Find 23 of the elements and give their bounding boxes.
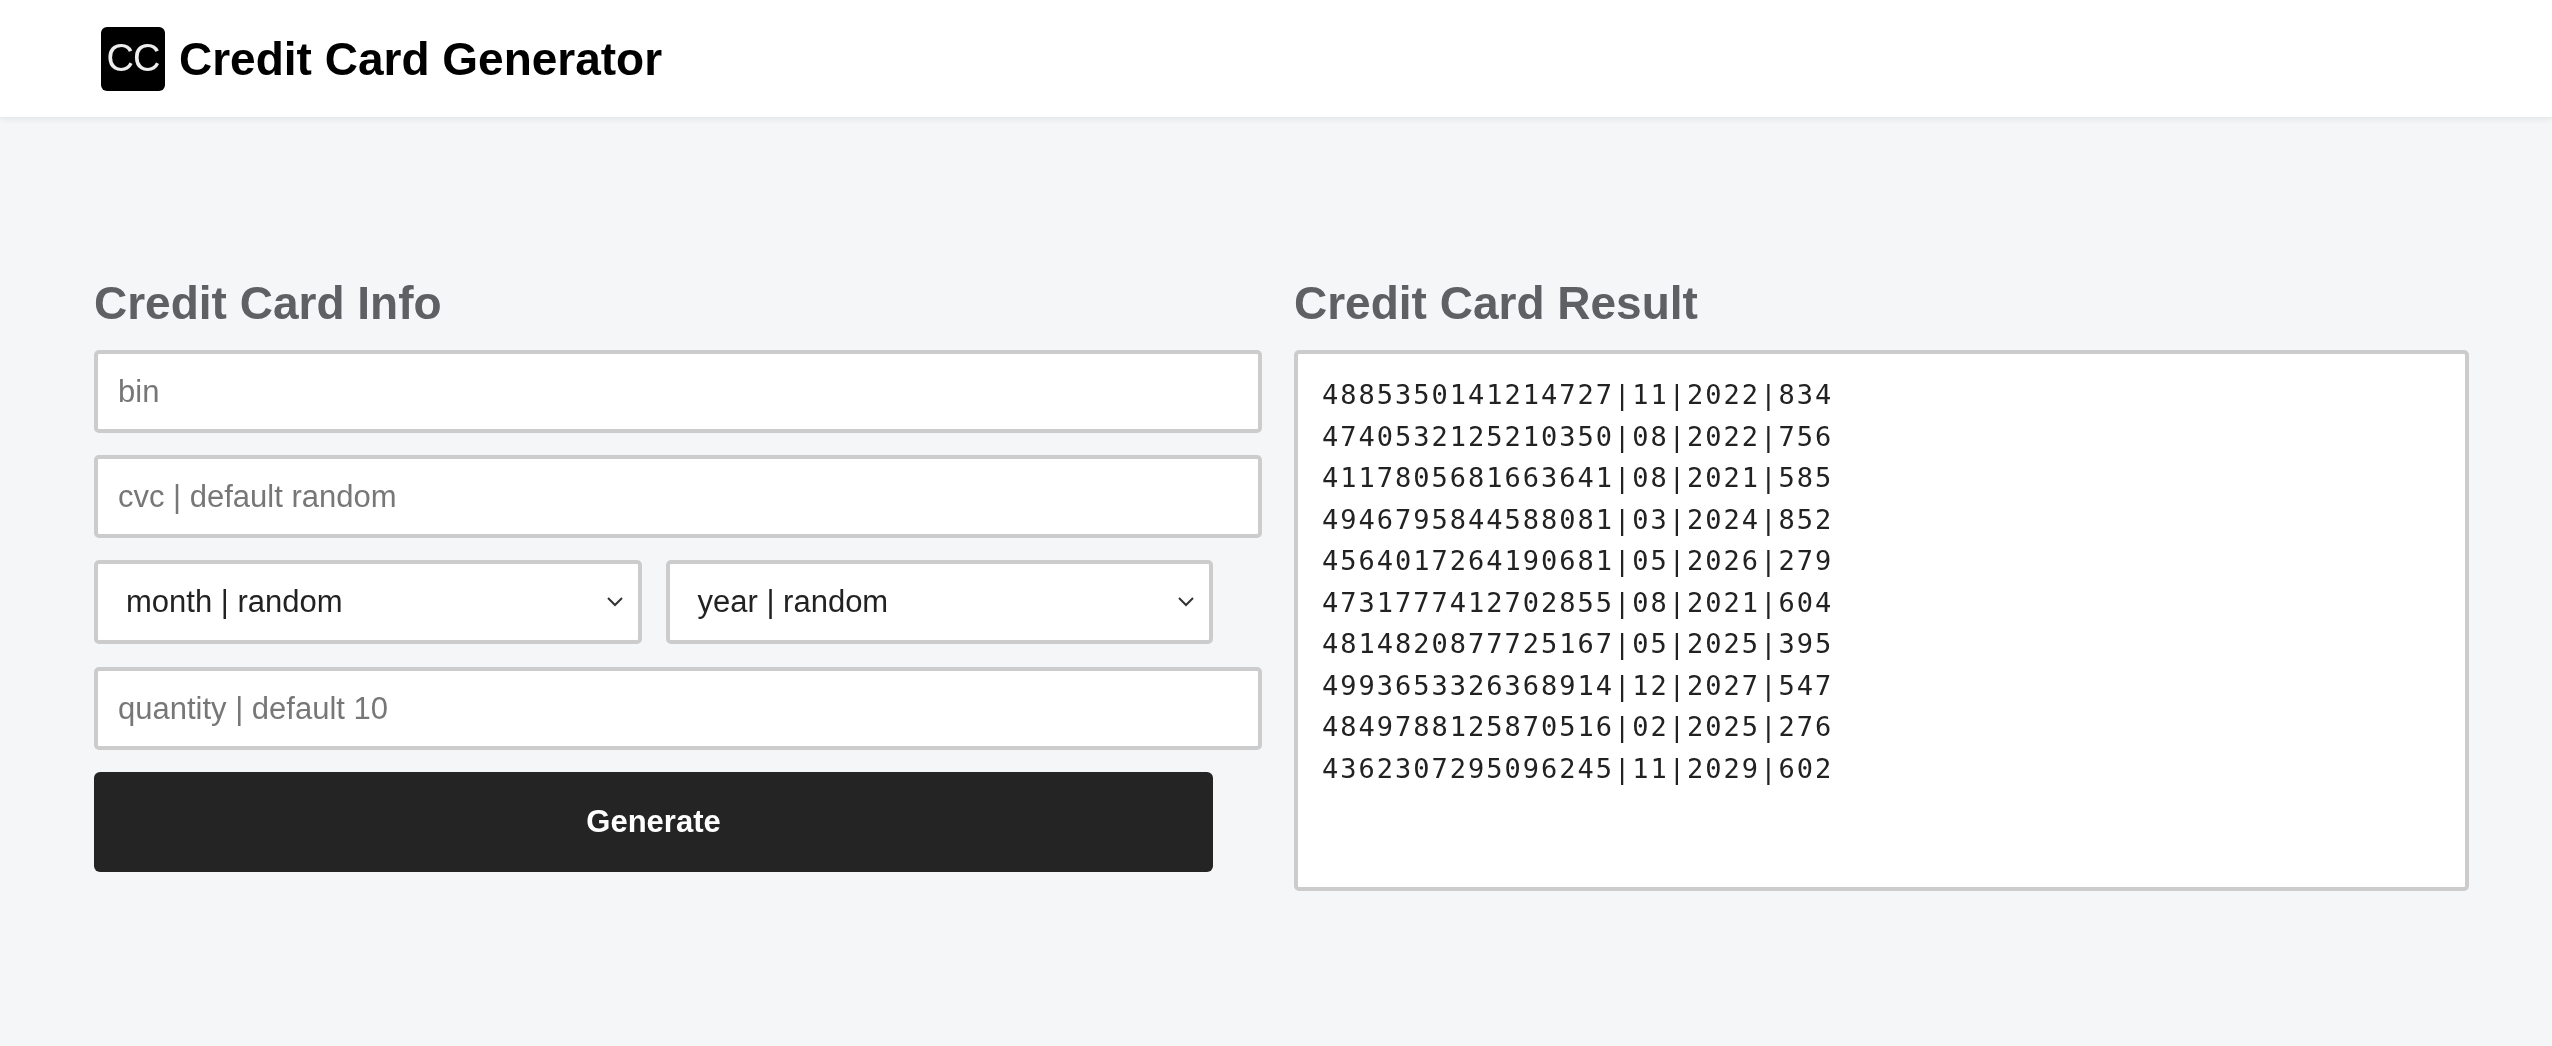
- dropdown-select[interactable]: year | random: [665, 560, 1213, 644]
- card-line: 4740532125210350|08|2022|756: [1322, 419, 1834, 455]
- card-line: 4731777412702855|08|2021|604: [1322, 585, 1834, 621]
- card-line: 4885350141214727|11|2022|834: [1322, 378, 1834, 413]
- input-field[interactable]: quantity | default 10: [94, 667, 1262, 750]
- chevron-down-icon: [1177, 596, 1195, 608]
- card-line: 4117805681663641|08|2021|585: [1322, 461, 1834, 496]
- card-line: 4849788125870516|02|2025|276: [1322, 710, 1834, 745]
- card-line: 4564017264190681|05|2026|279: [1322, 544, 1834, 579]
- card-line: 4362307295096245|11|2029|602: [1322, 751, 1834, 787]
- result-box[interactable]: [1294, 350, 2469, 891]
- input-field[interactable]: bin: [94, 350, 1262, 433]
- section-heading: Credit Card Info: [94, 276, 443, 331]
- card-line: 4946795844588081|03|2024|852: [1322, 502, 1834, 538]
- logo-icon: CC: [101, 26, 165, 91]
- card-line: 4814820877725167|05|2025|395: [1322, 627, 1834, 662]
- generate-button[interactable]: Generate: [94, 772, 1213, 872]
- input-field[interactable]: cvc | default random: [94, 455, 1262, 538]
- site-title: Credit Card Generator: [179, 31, 663, 86]
- section-heading: Credit Card Result: [1294, 276, 1699, 331]
- card-line: 4993653326368914|12|2027|547: [1322, 668, 1834, 704]
- dropdown-select[interactable]: month | random: [94, 560, 642, 644]
- chevron-down-icon: [605, 596, 624, 608]
